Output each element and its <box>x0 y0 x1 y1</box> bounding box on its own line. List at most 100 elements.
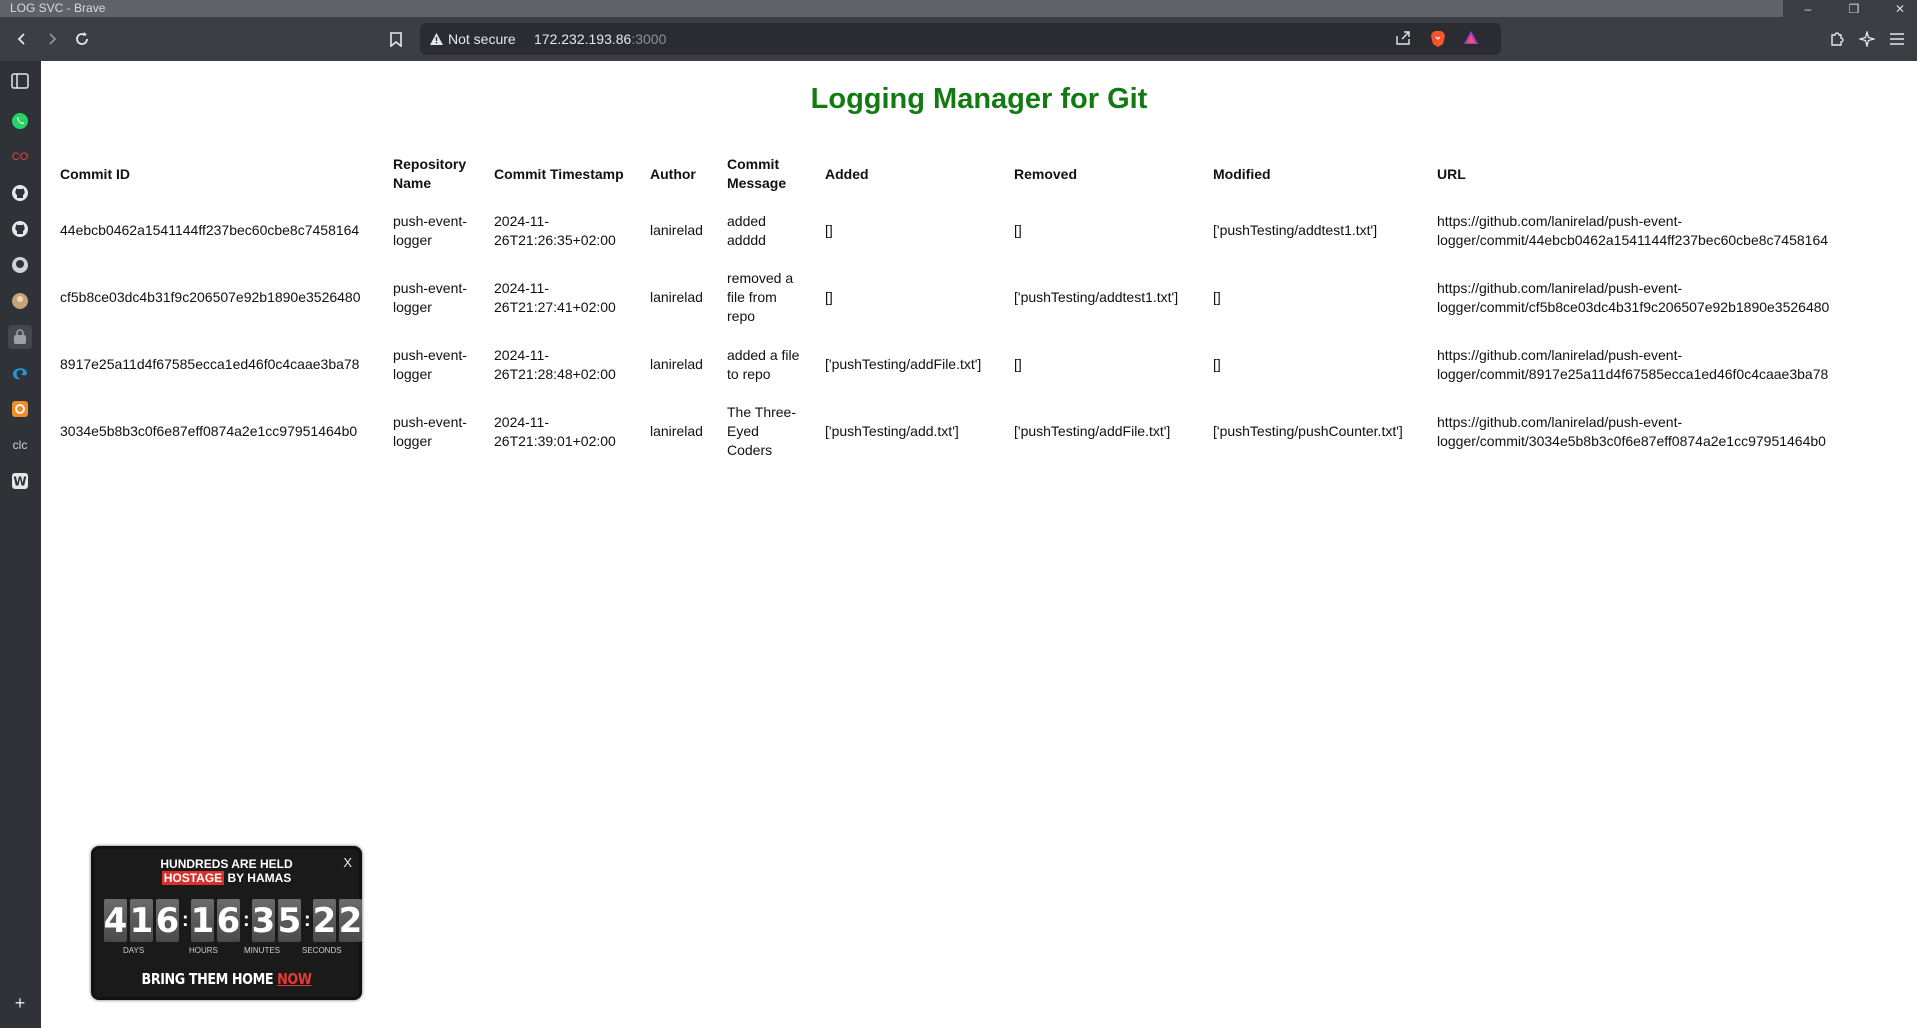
whatsapp-icon[interactable] <box>8 109 32 133</box>
modified-cell: [] <box>1213 289 1221 305</box>
add-sidebar-item-button[interactable]: + <box>8 991 32 1015</box>
added-cell: [] <box>825 222 833 238</box>
timestamp-cell: 2024-11-26T21:28:48+02:00 <box>494 346 616 382</box>
url-cell: https://github.com/lanirelad/push-event-… <box>1437 346 1829 382</box>
extensions-button[interactable] <box>1823 25 1851 53</box>
share-icon[interactable] <box>1395 30 1411 51</box>
sidebar-toggle-icon[interactable] <box>8 69 32 93</box>
column-header-commit-id: Commit ID <box>60 165 130 182</box>
countdown-digits: 4 1 6 : 1 6 : 3 5 : 2 2 <box>104 899 365 942</box>
column-header-author: Author <box>650 165 696 182</box>
column-header-removed: Removed <box>1014 165 1078 182</box>
bring-them-home-link[interactable]: BRING THEM HOME NOW <box>114 970 339 988</box>
hostage-highlight: HOSTAGE <box>161 871 225 885</box>
wordpress-icon[interactable]: W <box>8 469 32 493</box>
grafana-icon[interactable] <box>8 397 32 421</box>
commit-id-cell: 8917e25a11d4f67585ecca1ed46f0c4caae3ba78 <box>60 356 360 372</box>
url-text[interactable]: 172.232.193.86:3000 <box>534 31 666 47</box>
clc-label: clc <box>12 438 28 452</box>
repo-cell: push-event-logger <box>393 346 467 382</box>
reload-button[interactable] <box>68 25 96 53</box>
widget-headline-rest: BY HAMAS <box>224 871 292 885</box>
window-title: LOG SVC - Brave <box>10 1 106 15</box>
days-digit: 4 <box>103 899 128 942</box>
brave-shields-icon[interactable] <box>1430 30 1446 53</box>
co-label: CO <box>11 151 29 163</box>
leo-ai-button[interactable] <box>1853 25 1881 53</box>
removed-cell: [] <box>1014 222 1022 238</box>
puzzle-icon <box>1831 32 1844 46</box>
seconds-unit-label: SECONDS <box>302 946 342 955</box>
removed-cell: [] <box>1014 356 1022 372</box>
window-titlebar: LOG SVC - Brave – ❐ ✕ <box>0 0 1917 17</box>
url-cell: https://github.com/lanirelad/push-event-… <box>1437 413 1826 449</box>
added-cell: ['pushTesting/addFile.txt'] <box>825 356 982 372</box>
seconds-digit: 2 <box>312 899 337 942</box>
not-secure-label[interactable]: Not secure <box>448 31 516 47</box>
days-unit-label: DAYS <box>123 946 145 955</box>
modified-cell: [] <box>1213 356 1221 372</box>
back-button[interactable] <box>8 25 36 53</box>
svg-text:W: W <box>13 475 26 489</box>
message-cell: added a file to repo <box>727 346 800 382</box>
browser-toolbar: Not secure 172.232.193.86:3000 <box>0 17 1917 61</box>
url-port: :3000 <box>631 31 667 47</box>
cta-now: NOW <box>277 970 312 988</box>
address-bar[interactable]: Not secure 172.232.193.86:3000 <box>420 23 1501 55</box>
timestamp-cell: 2024-11-26T21:27:41+02:00 <box>494 279 616 315</box>
hostage-countdown-widget[interactable]: X HUNDREDS ARE HELD HOSTAGE BY HAMAS 4 1… <box>91 846 362 1000</box>
added-cell: ['pushTesting/add.txt'] <box>825 423 959 439</box>
repo-cell: push-event-logger <box>393 413 467 449</box>
bookmark-icon <box>390 31 402 47</box>
hamburger-icon <box>1890 33 1904 45</box>
menu-button[interactable] <box>1883 25 1911 53</box>
column-header-commit-message: Commit Message <box>727 156 787 191</box>
url-cell: https://github.com/lanirelad/push-event-… <box>1437 279 1830 315</box>
lock-app-icon[interactable] <box>8 325 32 349</box>
co-icon[interactable]: CO <box>8 145 32 169</box>
timestamp-cell: 2024-11-26T21:39:01+02:00 <box>494 413 616 449</box>
brave-rewards-icon[interactable] <box>1463 30 1479 51</box>
minutes-unit-label: MINUTES <box>244 946 280 955</box>
minimize-button[interactable]: – <box>1791 0 1825 17</box>
commit-id-cell: 44ebcb0462a1541144ff237bec60cbe8c7458164 <box>60 222 360 238</box>
timestamp-cell: 2024-11-26T21:26:35+02:00 <box>494 212 616 248</box>
author-cell: lanirelad <box>650 423 703 439</box>
table-header-row: Commit ID Repository Name Commit Timesta… <box>50 151 1857 197</box>
removed-cell: ['pushTesting/addtest1.txt'] <box>1014 289 1179 305</box>
clc-icon[interactable]: clc <box>8 433 32 457</box>
warning-icon[interactable] <box>430 32 443 50</box>
modified-cell: ['pushTesting/pushCounter.txt'] <box>1213 423 1403 439</box>
widget-headline-line1: HUNDREDS ARE HELD <box>160 857 293 871</box>
table-row: cf5b8ce03dc4b31f9c206507e92b1890e3526480… <box>50 264 1857 331</box>
cta-text: BRING THEM HOME <box>141 970 278 988</box>
browser-sidebar: CO clc W + <box>0 61 41 1028</box>
seconds-digit: 2 <box>338 899 363 942</box>
bookmark-button[interactable] <box>382 25 410 53</box>
github-icon[interactable] <box>8 217 32 241</box>
modified-cell: ['pushTesting/addtest1.txt'] <box>1213 222 1378 238</box>
url-host: 172.232.193.86 <box>534 31 632 47</box>
forward-button[interactable] <box>38 25 66 53</box>
table-row: 44ebcb0462a1541144ff237bec60cbe8c7458164… <box>50 197 1857 264</box>
page-title: Logging Manager for Git <box>810 83 1148 115</box>
github-icon[interactable] <box>8 181 32 205</box>
forward-arrow-icon <box>49 33 57 45</box>
hours-digit: 6 <box>216 899 241 942</box>
sparkle-icon <box>1859 31 1875 47</box>
restore-button[interactable]: ❐ <box>1837 0 1871 17</box>
close-window-button[interactable]: ✕ <box>1883 0 1917 17</box>
avatar-icon[interactable] <box>8 289 32 313</box>
widget-headline-line2: HOSTAGE BY HAMAS <box>94 871 359 885</box>
removed-cell: ['pushTesting/addFile.txt'] <box>1014 423 1171 439</box>
column-header-commit-timestamp: Commit Timestamp <box>494 165 624 182</box>
column-header-added: Added <box>825 165 869 182</box>
repo-cell: push-event-logger <box>393 212 467 248</box>
url-cell: https://github.com/lanirelad/push-event-… <box>1437 212 1829 248</box>
back-arrow-icon <box>17 33 25 45</box>
separator: : <box>243 909 250 931</box>
edge-icon[interactable] <box>8 361 32 385</box>
commit-id-cell: cf5b8ce03dc4b31f9c206507e92b1890e3526480 <box>60 289 361 305</box>
minutes-digit: 5 <box>277 899 302 942</box>
github-alt-icon[interactable] <box>8 253 32 277</box>
